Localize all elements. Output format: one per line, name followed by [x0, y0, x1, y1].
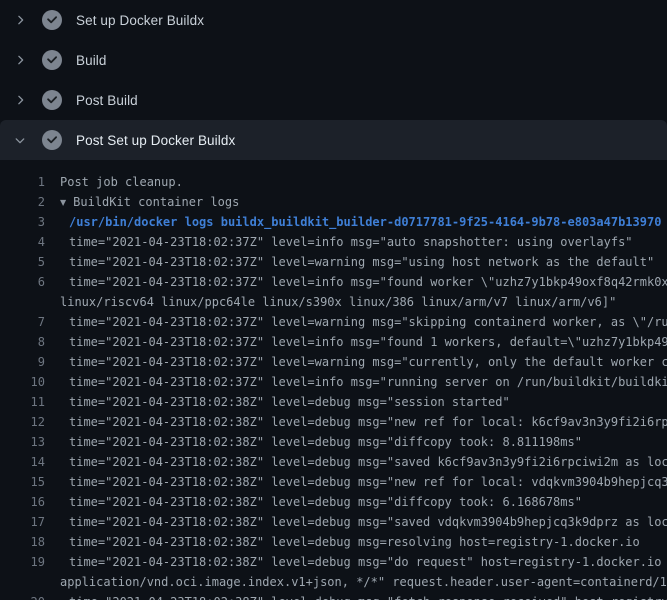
- line-number: 18: [0, 532, 45, 552]
- log-line: 5 time="2021-04-23T18:02:37Z" level=warn…: [0, 252, 667, 272]
- log-line: 6 time="2021-04-23T18:02:37Z" level=info…: [0, 272, 667, 292]
- chevron-right-icon: [12, 52, 28, 68]
- chevron-right-icon: [12, 12, 28, 28]
- step-label: Post Set up Docker Buildx: [76, 133, 235, 148]
- log-text: time="2021-04-23T18:02:37Z" level=info m…: [60, 272, 667, 292]
- step-row-set-up-docker-buildx[interactable]: Set up Docker Buildx: [0, 0, 667, 40]
- line-number: 13: [0, 432, 45, 452]
- log-text: time="2021-04-23T18:02:38Z" level=debug …: [60, 472, 667, 492]
- log-text: time="2021-04-23T18:02:38Z" level=debug …: [60, 452, 667, 472]
- log-text: time="2021-04-23T18:02:38Z" level=debug …: [60, 552, 667, 572]
- check-circle-icon: [42, 130, 62, 150]
- line-number: 15: [0, 472, 45, 492]
- log-line: 4 time="2021-04-23T18:02:37Z" level=info…: [0, 232, 667, 252]
- line-number: 5: [0, 252, 45, 272]
- log-text: time="2021-04-23T18:02:38Z" level=debug …: [60, 532, 640, 552]
- steps-list: Set up Docker Buildx Build Post Buil: [0, 0, 667, 160]
- check-circle-icon: [42, 90, 62, 110]
- log-text: time="2021-04-23T18:02:38Z" level=debug …: [60, 512, 667, 532]
- log-line: 12 time="2021-04-23T18:02:38Z" level=deb…: [0, 412, 667, 432]
- line-number: 3: [0, 212, 45, 232]
- log-text: time="2021-04-23T18:02:37Z" level=warnin…: [60, 352, 667, 372]
- line-number: 10: [0, 372, 45, 392]
- log-line: 17 time="2021-04-23T18:02:38Z" level=deb…: [0, 512, 667, 532]
- line-number: 16: [0, 492, 45, 512]
- chevron-down-icon: [12, 132, 28, 148]
- log-line: 18 time="2021-04-23T18:02:38Z" level=deb…: [0, 532, 667, 552]
- check-circle-icon: [42, 50, 62, 70]
- log-line: 13 time="2021-04-23T18:02:38Z" level=deb…: [0, 432, 667, 452]
- line-number: 14: [0, 452, 45, 472]
- log-line: 20 time="2021-04-23T18:02:38Z" level=deb…: [0, 592, 667, 600]
- line-number: 19: [0, 552, 45, 572]
- log-text[interactable]: ▼ BuildKit container logs: [60, 192, 239, 212]
- log-text: time="2021-04-23T18:02:38Z" level=debug …: [60, 592, 667, 600]
- log-line: 3 /usr/bin/docker logs buildx_buildkit_b…: [0, 212, 667, 232]
- log-text: time="2021-04-23T18:02:37Z" level=info m…: [60, 232, 633, 252]
- command-text: /usr/bin/docker logs buildx_buildkit_bui…: [60, 212, 661, 232]
- step-row-post-build[interactable]: Post Build: [0, 80, 667, 120]
- line-number: 20: [0, 592, 45, 600]
- line-number: 8: [0, 332, 45, 352]
- group-collapse-icon[interactable]: ▼: [60, 193, 66, 213]
- actions-log-viewer: Set up Docker Buildx Build Post Buil: [0, 0, 667, 600]
- log-text: time="2021-04-23T18:02:37Z" level=info m…: [60, 372, 667, 392]
- step-row-post-set-up-docker-buildx[interactable]: Post Set up Docker Buildx: [0, 120, 667, 160]
- line-number: 1: [0, 172, 45, 192]
- log-line: linux/riscv64 linux/ppc64le linux/s390x …: [0, 292, 667, 312]
- log-line: 11 time="2021-04-23T18:02:38Z" level=deb…: [0, 392, 667, 412]
- log-line: 19 time="2021-04-23T18:02:38Z" level=deb…: [0, 552, 667, 572]
- log-line: 14 time="2021-04-23T18:02:38Z" level=deb…: [0, 452, 667, 472]
- log-line: application/vnd.oci.image.index.v1+json,…: [0, 572, 667, 592]
- log-line: 2 ▼ BuildKit container logs: [0, 192, 667, 212]
- log-text: time="2021-04-23T18:02:37Z" level=info m…: [60, 332, 667, 352]
- step-label: Set up Docker Buildx: [76, 13, 204, 28]
- chevron-right-icon: [12, 92, 28, 108]
- log-text: linux/riscv64 linux/ppc64le linux/s390x …: [60, 292, 616, 312]
- line-number: 4: [0, 232, 45, 252]
- log-text: Post job cleanup.: [60, 172, 183, 192]
- group-title[interactable]: BuildKit container logs: [73, 195, 239, 209]
- line-number: [0, 292, 45, 312]
- step-label: Build: [76, 53, 107, 68]
- log-line: 7 time="2021-04-23T18:02:37Z" level=warn…: [0, 312, 667, 332]
- log-text: time="2021-04-23T18:02:38Z" level=debug …: [60, 392, 510, 412]
- line-number: 2: [0, 192, 45, 212]
- log-line: 10 time="2021-04-23T18:02:37Z" level=inf…: [0, 372, 667, 392]
- log-text: time="2021-04-23T18:02:38Z" level=debug …: [60, 412, 667, 432]
- log-text: application/vnd.oci.image.index.v1+json,…: [60, 572, 667, 592]
- log-line: 15 time="2021-04-23T18:02:38Z" level=deb…: [0, 472, 667, 492]
- log-text: time="2021-04-23T18:02:38Z" level=debug …: [60, 432, 582, 452]
- step-row-build[interactable]: Build: [0, 40, 667, 80]
- line-number: 7: [0, 312, 45, 332]
- log-line: 9 time="2021-04-23T18:02:37Z" level=warn…: [0, 352, 667, 372]
- check-circle-icon: [42, 10, 62, 30]
- log-text: time="2021-04-23T18:02:38Z" level=debug …: [60, 492, 582, 512]
- line-number: 17: [0, 512, 45, 532]
- log-line: 8 time="2021-04-23T18:02:37Z" level=info…: [0, 332, 667, 352]
- line-number: 9: [0, 352, 45, 372]
- log-text: time="2021-04-23T18:02:37Z" level=warnin…: [60, 252, 654, 272]
- line-number: 11: [0, 392, 45, 412]
- step-label: Post Build: [76, 93, 138, 108]
- log-text: time="2021-04-23T18:02:37Z" level=warnin…: [60, 312, 667, 332]
- line-number: 6: [0, 272, 45, 292]
- log-panel: 1 Post job cleanup. 2 ▼ BuildKit containe…: [0, 160, 667, 600]
- line-number: 12: [0, 412, 45, 432]
- log-line: 16 time="2021-04-23T18:02:38Z" level=deb…: [0, 492, 667, 512]
- log-line: 1 Post job cleanup.: [0, 172, 667, 192]
- line-number: [0, 572, 45, 592]
